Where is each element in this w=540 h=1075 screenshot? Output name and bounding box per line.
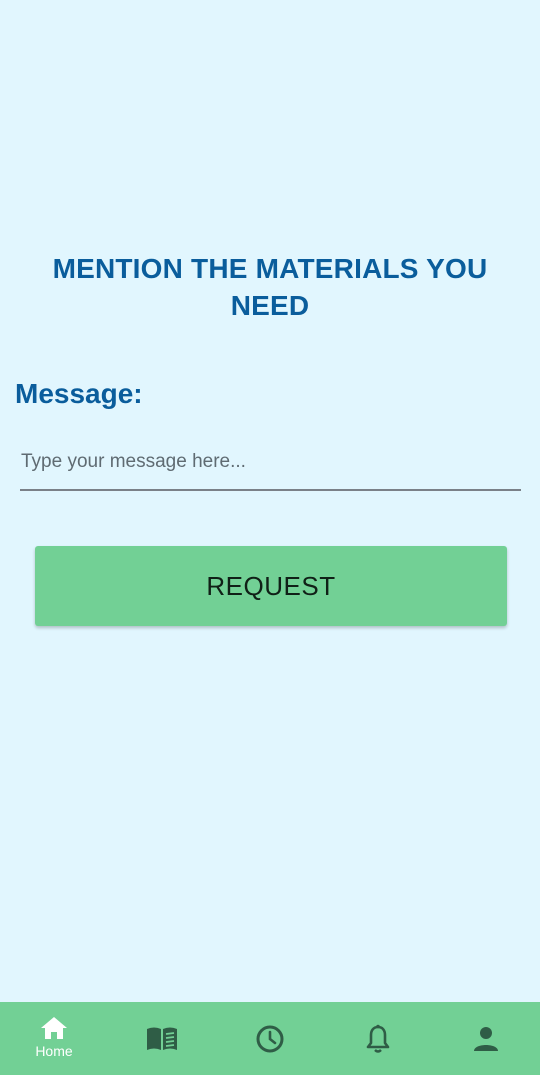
message-input[interactable]: [20, 444, 521, 491]
nav-item-history[interactable]: [216, 1002, 324, 1075]
bell-icon: [366, 1024, 390, 1053]
request-button[interactable]: REQUEST: [35, 546, 507, 626]
bottom-navigation: Home: [0, 1002, 540, 1075]
book-icon: [147, 1027, 177, 1050]
page-title: MENTION THE MATERIALS YOU NEED: [30, 250, 510, 324]
page-title-line-2: NEED: [230, 290, 310, 321]
nav-item-materials[interactable]: [108, 1002, 216, 1075]
message-label: Message:: [15, 378, 143, 409]
nav-item-profile[interactable]: [432, 1002, 540, 1075]
person-icon: [474, 1026, 498, 1051]
page-title-line-1: MENTION THE MATERIALS YOU: [52, 253, 488, 284]
nav-item-home[interactable]: Home: [0, 1002, 108, 1075]
home-icon: [41, 1017, 67, 1039]
nav-item-notifications[interactable]: [324, 1002, 432, 1075]
request-screen: MENTION THE MATERIALS YOU NEED Message: …: [0, 0, 540, 1002]
nav-label-home: Home: [35, 1043, 73, 1059]
clock-icon: [256, 1025, 284, 1052]
